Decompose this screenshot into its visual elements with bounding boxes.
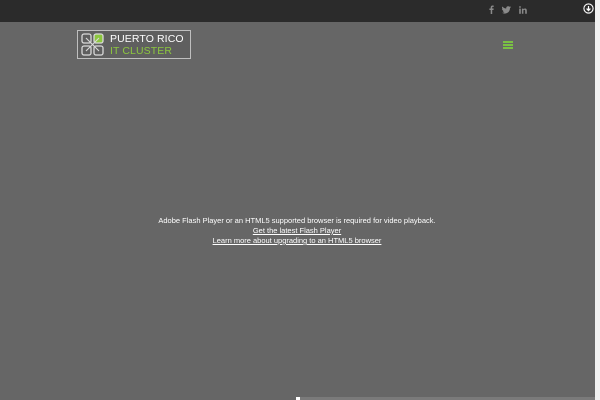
fallback-text: Adobe Flash Player or an HTML5 supported… [158, 216, 436, 225]
play-circle-icon[interactable] [583, 1, 594, 14]
hamburger-menu-icon[interactable] [503, 41, 513, 49]
facebook-icon[interactable] [489, 5, 494, 14]
html5-browser-link[interactable]: Learn more about upgrading to an HTML5 b… [213, 236, 382, 246]
flash-player-link[interactable]: Get the latest Flash Player [253, 226, 341, 236]
video-fallback-message: Adobe Flash Player or an HTML5 supported… [0, 216, 594, 246]
linkedin-icon[interactable] [519, 5, 527, 14]
logo-mark-icon [81, 33, 104, 56]
site-logo[interactable]: PUERTO RICO IT CLUSTER [77, 30, 191, 59]
scrollbar[interactable] [595, 0, 600, 400]
page: PUERTO RICO IT CLUSTER Adobe Flash Playe… [0, 0, 600, 400]
site-header: PUERTO RICO IT CLUSTER [0, 22, 600, 68]
top-bar [0, 0, 600, 22]
social-links [489, 5, 527, 14]
logo-text: PUERTO RICO IT CLUSTER [110, 33, 184, 57]
logo-line-2: IT CLUSTER [110, 45, 173, 57]
twitter-icon[interactable] [502, 5, 511, 14]
logo-line-1: PUERTO RICO [110, 33, 184, 45]
